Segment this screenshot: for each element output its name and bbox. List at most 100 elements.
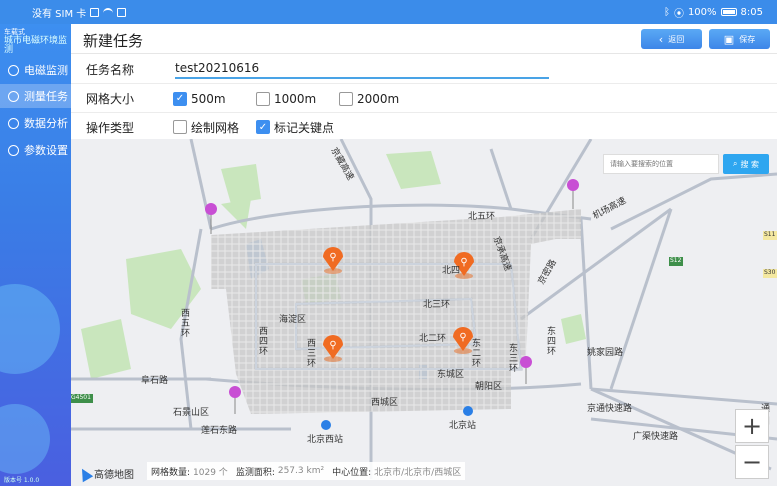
map-view[interactable]: ⚲ ⚲ ⚲ ⚲ G4501 S12 S11 S30 北五环 北三环 北二环 北四… — [71, 139, 777, 486]
checkmark-icon: ✓ — [256, 120, 270, 134]
op-option-label: 绘制网格 — [191, 120, 240, 135]
checkmark-icon: ✓ — [173, 91, 187, 106]
sidebar: 车载式 城市电磁环境监测 电磁监测 测量任务 数据分析 参数设置 版本号 1.0… — [0, 24, 71, 486]
grid-option-2000m[interactable]: 2000m — [339, 91, 400, 106]
sidebar-item-label: 电磁监测 — [24, 64, 68, 77]
location-icon: ⦿ — [673, 8, 684, 20]
page-title: 新建任务 — [83, 32, 144, 50]
map-label: 西五环 — [181, 309, 191, 339]
decor-blob — [0, 284, 60, 374]
grid-option-500m[interactable]: ✓ 500m — [173, 91, 226, 106]
map-label: 西三环 — [307, 339, 317, 369]
search-icon: ⌕ — [732, 159, 738, 168]
map-label: S11 — [764, 231, 776, 238]
decor-blob — [0, 404, 50, 474]
map-label: 西四环 — [259, 327, 269, 357]
monitor-icon — [8, 64, 19, 76]
purple-pin — [567, 179, 579, 209]
operation-type-label: 操作类型 — [86, 120, 135, 135]
task-name-input[interactable] — [175, 59, 549, 79]
map-label: 海淀区 — [279, 315, 307, 325]
page-header: 新建任务 ‹ 返回 ▣ 保存 — [71, 24, 777, 54]
op-option-draw-grid[interactable]: 绘制网格 — [173, 119, 239, 136]
map-label: 北二环 — [419, 334, 447, 344]
svg-text:⚲: ⚲ — [329, 252, 336, 263]
map-search-input[interactable] — [603, 154, 719, 174]
map-label: 北四 — [442, 266, 461, 276]
sidebar-item-analysis[interactable]: 数据分析 — [0, 111, 71, 135]
save-icon: ▣ — [723, 32, 735, 46]
map-label: 东三环 — [509, 344, 519, 374]
checkbox-icon — [339, 91, 353, 106]
checkbox-icon — [173, 120, 187, 134]
brand-line1: 车载式 — [4, 28, 25, 36]
wifi-icon — [103, 8, 114, 16]
sidebar-item-settings[interactable]: 参数设置 — [0, 138, 71, 162]
keypoint-marker[interactable]: ⚲ — [453, 327, 473, 354]
map-label: 东城区 — [437, 370, 465, 380]
carrier-text: 没有 SIM 卡 — [32, 8, 87, 20]
sim-icon — [90, 7, 100, 17]
svg-text:⚲: ⚲ — [460, 257, 467, 268]
grid-count-label: 网格数量: — [151, 467, 191, 478]
map-label: 阜石路 — [141, 376, 169, 386]
sidebar-item-monitor[interactable]: 电磁监测 — [0, 58, 71, 82]
zoom-out-button[interactable]: − — [735, 445, 769, 479]
op-option-mark-keypoint[interactable]: ✓ 标记关键点 — [256, 119, 334, 136]
operation-type-row: 操作类型 绘制网格 ✓ 标记关键点 — [71, 113, 777, 141]
status-bar: 没有 SIM 卡 ᛒ ⦿ 100% 8:05 — [0, 0, 777, 24]
mail-icon — [117, 7, 127, 17]
sidebar-item-label: 测量任务 — [24, 90, 68, 103]
map-search-button[interactable]: ⌕ 搜 索 — [723, 154, 769, 174]
search-label: 搜 索 — [740, 159, 760, 169]
map-logo-text: 高德地图 — [94, 470, 134, 481]
map-label: 北五环 — [468, 212, 496, 222]
brand-line2: 城市电磁环境监测 — [4, 36, 68, 55]
chevron-left-icon: ‹ — [658, 32, 664, 46]
keypoint-marker[interactable]: ⚲ — [323, 247, 343, 274]
map-label: 东二环 — [472, 339, 482, 369]
map-label: 莲石东路 — [201, 426, 238, 436]
area-label: 监测面积: — [235, 467, 275, 478]
svg-text:⚲: ⚲ — [459, 332, 466, 343]
save-button[interactable]: ▣ 保存 — [709, 29, 770, 49]
navigation-arrow-icon — [76, 465, 94, 482]
svg-text:⚲: ⚲ — [329, 340, 336, 351]
brand-logo: 车载式 城市电磁环境监测 — [4, 28, 70, 55]
sidebar-item-label: 参数设置 — [24, 144, 68, 157]
task-icon — [8, 90, 19, 102]
save-label: 保存 — [739, 34, 756, 44]
grid-size-label: 网格大小 — [86, 92, 135, 106]
purple-pin — [229, 386, 241, 414]
back-button[interactable]: ‹ 返回 — [641, 29, 702, 49]
map-label: 西城区 — [371, 398, 399, 408]
map-label: 京通快速路 — [587, 404, 633, 414]
grid-size-row: 网格大小 ✓ 500m 1000m 2000m — [71, 85, 777, 113]
map-label: 东四环 — [547, 327, 557, 357]
back-label: 返回 — [668, 34, 685, 44]
settings-icon — [8, 144, 19, 156]
map-label: 石景山区 — [173, 408, 210, 418]
keypoint-marker[interactable]: ⚲ — [323, 335, 343, 362]
grid-option-label: 500m — [191, 91, 226, 106]
map-stats-bar: 网格数量: 1029 个 监测面积: 257.3 km² 中心位置: 北京市/北… — [147, 462, 466, 480]
battery-icon — [720, 8, 737, 16]
grid-count-value: 1029 个 — [193, 467, 228, 478]
battery-percent: 100% — [687, 6, 717, 18]
sidebar-item-label: 数据分析 — [24, 117, 68, 130]
map-label: 姚家园路 — [587, 348, 624, 358]
map-label: G4501 — [71, 394, 91, 401]
task-name-row: 任务名称 — [71, 56, 777, 84]
center-label: 中心位置: — [332, 467, 372, 478]
grid-option-1000m[interactable]: 1000m — [256, 91, 316, 106]
analysis-icon — [8, 117, 19, 129]
map-label: 朝阳区 — [475, 382, 503, 392]
map-label: S30 — [764, 269, 776, 276]
map-provider-logo: 高德地图 — [76, 465, 134, 482]
zoom-in-button[interactable]: + — [735, 409, 769, 443]
map-label: 北三环 — [423, 300, 451, 310]
sidebar-item-tasks[interactable]: 测量任务 — [0, 84, 71, 108]
grid-option-label: 2000m — [357, 91, 400, 106]
purple-pin — [205, 203, 217, 234]
map-label: 广渠快速路 — [633, 432, 679, 442]
